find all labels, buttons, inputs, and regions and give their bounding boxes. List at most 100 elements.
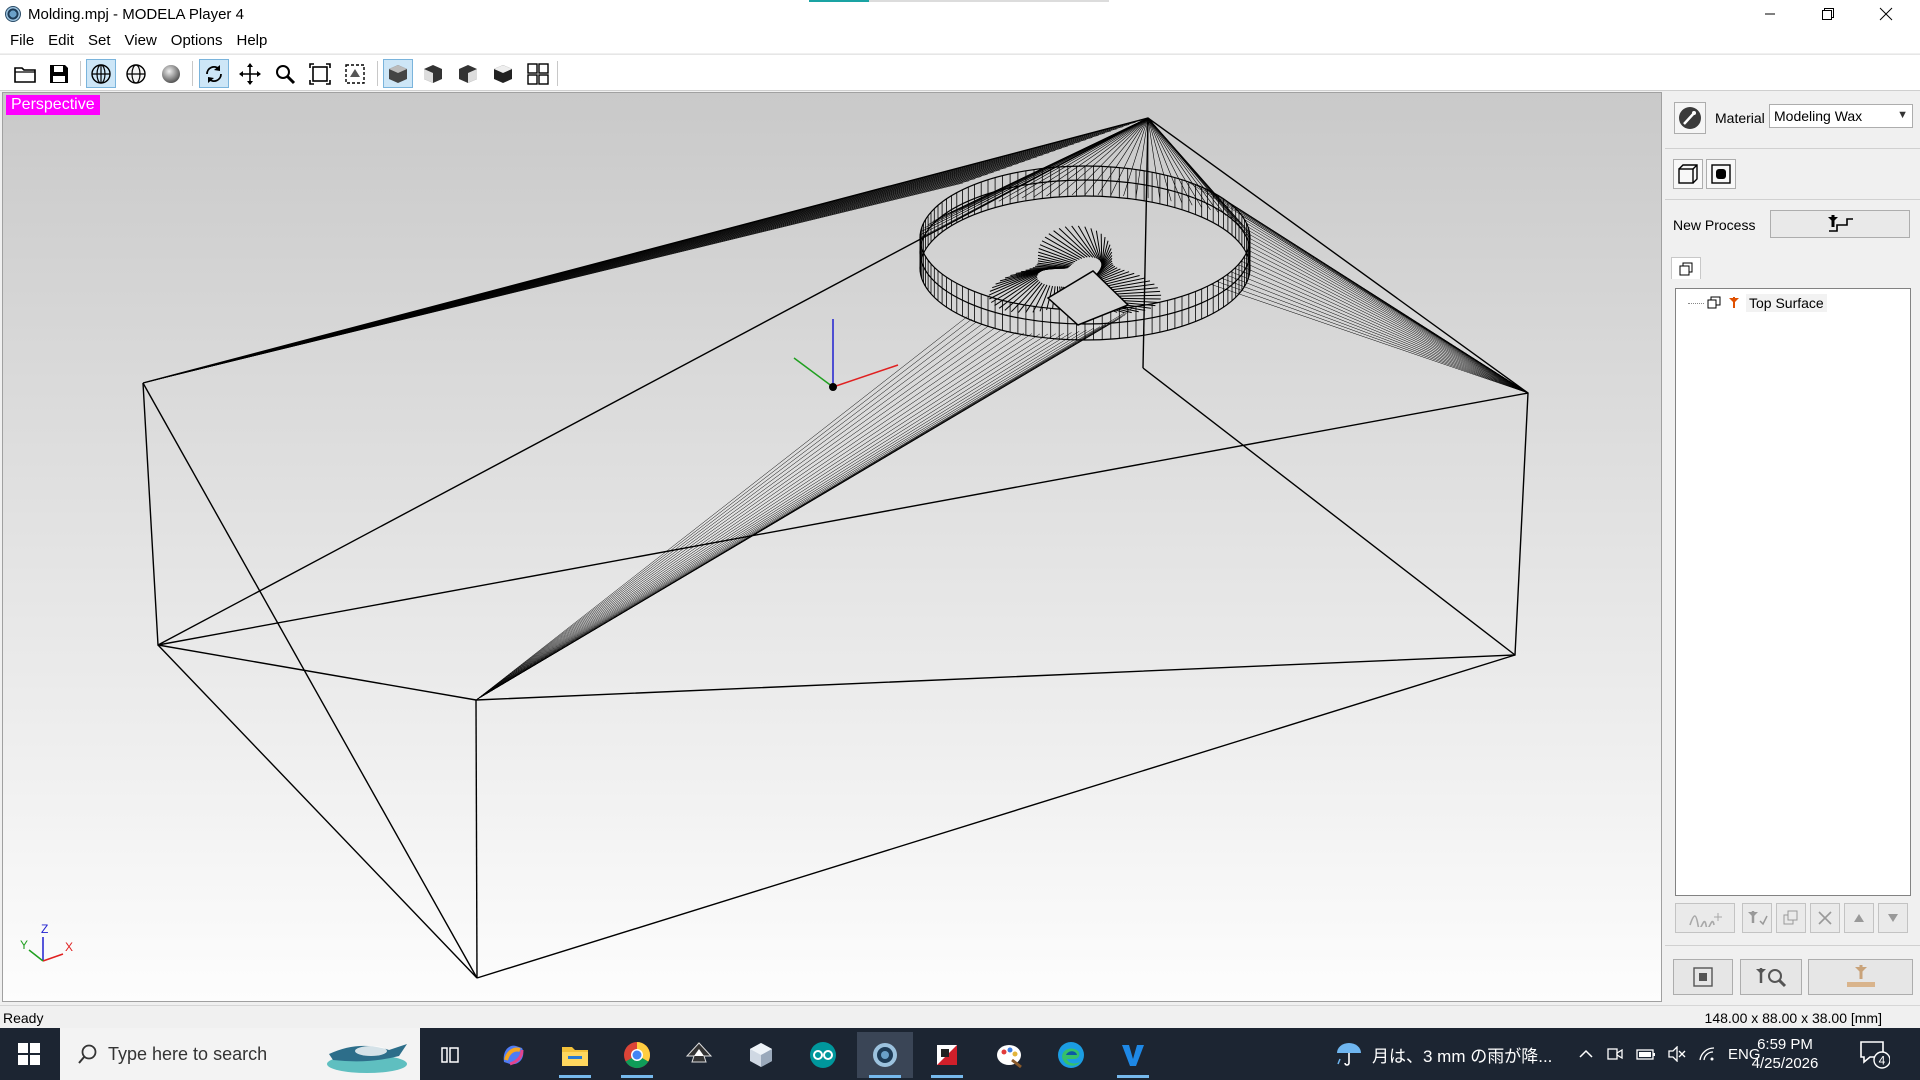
view-front-icon	[424, 64, 442, 83]
view-top-button[interactable]	[488, 59, 518, 88]
tree-item-top-surface[interactable]: Top Surface	[1688, 293, 1827, 313]
shaded-button[interactable]	[156, 59, 186, 88]
mold-part	[919, 165, 1251, 341]
roland-app-button[interactable]	[919, 1032, 975, 1078]
axis-x-label: X	[65, 940, 73, 954]
edge-button[interactable]	[1043, 1032, 1099, 1078]
inkscape-icon	[685, 1042, 713, 1063]
3d-viewport[interactable]: Perspective Z Y X	[2, 92, 1662, 1002]
file-explorer-button[interactable]	[547, 1032, 603, 1078]
chrome-button[interactable]	[609, 1032, 665, 1078]
zoom-icon	[276, 64, 296, 84]
wifi-icon[interactable]	[1698, 1046, 1716, 1062]
view-right-button[interactable]	[453, 59, 483, 88]
edit-process-button[interactable]	[1742, 903, 1772, 933]
shaded-icon	[162, 64, 180, 83]
surfacing-process-icon	[1726, 295, 1742, 311]
orientation-triad: Z Y X	[20, 923, 73, 962]
status-bar: Ready 148.00 x 88.00 x 38.00 [mm]	[0, 1005, 1920, 1028]
search-placeholder: Type here to search	[108, 1043, 268, 1064]
menu-bar: File Edit Set View Options Help	[0, 28, 1920, 53]
model-dimensions: 148.00 x 88.00 x 38.00 [mm]	[1704, 1010, 1882, 1026]
clock[interactable]: 6:59 PM 4/25/2026	[1745, 1035, 1825, 1073]
panel-divider	[1665, 945, 1920, 946]
axis-y-label: Y	[20, 938, 28, 952]
hidden-line-button[interactable]	[121, 59, 151, 88]
process-order-button[interactable]	[1675, 903, 1735, 933]
copy-process-button[interactable]	[1776, 903, 1806, 933]
cut-tool-icon	[1846, 965, 1875, 987]
inkscape-button[interactable]	[671, 1032, 727, 1078]
view-iso-button[interactable]	[383, 59, 413, 88]
battery-icon[interactable]	[1636, 1047, 1656, 1061]
process-tree[interactable]: Top Surface	[1675, 288, 1911, 896]
model-size-button[interactable]	[1706, 159, 1736, 189]
pan-icon	[239, 62, 261, 85]
material-value: Modeling Wax	[1774, 108, 1863, 124]
move-up-button[interactable]	[1844, 903, 1874, 933]
menu-edit[interactable]: Edit	[41, 32, 81, 49]
copilot-button[interactable]	[485, 1032, 541, 1078]
chevron-down-icon: ▼	[1897, 109, 1908, 121]
menu-options[interactable]: Options	[164, 32, 230, 49]
tab-process-list[interactable]	[1671, 257, 1701, 279]
open-button[interactable]	[10, 59, 40, 88]
close-button[interactable]	[1857, 0, 1915, 28]
material-label: Material	[1715, 110, 1765, 126]
move-down-button[interactable]	[1878, 903, 1908, 933]
modela-player-button[interactable]	[857, 1032, 913, 1078]
save-button[interactable]	[44, 59, 74, 88]
rain-umbrella-icon	[1337, 1043, 1361, 1066]
edge-icon	[1058, 1042, 1084, 1068]
pan-button[interactable]	[235, 59, 265, 88]
cut-button[interactable]	[1808, 959, 1913, 995]
vpanel-button[interactable]	[1105, 1032, 1161, 1078]
minimize-icon	[1765, 13, 1775, 15]
menu-view[interactable]: View	[118, 32, 164, 49]
menu-set[interactable]: Set	[81, 32, 118, 49]
rotate-button[interactable]	[199, 59, 229, 88]
close-icon	[1879, 7, 1893, 21]
material-button[interactable]	[1674, 102, 1706, 134]
task-view-button[interactable]	[422, 1032, 478, 1078]
paint-button[interactable]	[981, 1032, 1037, 1078]
wireframe-button[interactable]	[86, 59, 116, 88]
view-front-button[interactable]	[418, 59, 448, 88]
clock-time: 6:59 PM	[1757, 1036, 1813, 1053]
model-node-icon	[1706, 295, 1722, 311]
delete-process-button[interactable]	[1810, 903, 1840, 933]
toolbar-separator	[80, 61, 81, 86]
axis-z-label: Z	[41, 923, 48, 936]
new-process-button[interactable]	[1770, 210, 1910, 238]
paint-icon	[997, 1045, 1022, 1069]
fit-button[interactable]	[305, 59, 335, 88]
speaker-muted-icon[interactable]	[1668, 1046, 1686, 1062]
zoom-button[interactable]	[270, 59, 300, 88]
preview-path-button[interactable]	[1740, 959, 1802, 995]
model-button[interactable]	[1673, 159, 1703, 189]
start-button[interactable]	[0, 1028, 58, 1080]
toolbar-separator	[557, 61, 558, 86]
menu-help[interactable]: Help	[230, 32, 275, 49]
view-iso-icon	[389, 64, 407, 83]
minimize-button[interactable]	[1741, 0, 1799, 28]
menu-file[interactable]: File	[3, 32, 41, 49]
preview-cutting-button[interactable]	[1673, 959, 1733, 995]
block-edges	[142, 117, 1529, 979]
zoom-selection-button[interactable]	[340, 59, 370, 88]
material-select[interactable]: Modeling Wax ▼	[1769, 104, 1913, 128]
view-quad-button[interactable]	[523, 59, 553, 88]
toolbar-separator	[192, 61, 193, 86]
weather-widget[interactable]: 月は、3 mm の雨が降...	[1334, 1028, 1552, 1080]
path-search-icon	[1756, 968, 1787, 988]
copilot-icon	[503, 1045, 524, 1066]
3d-viewer-button[interactable]	[733, 1032, 789, 1078]
taskbar-search[interactable]: Type here to search	[60, 1028, 420, 1080]
meet-now-icon[interactable]	[1606, 1045, 1624, 1063]
tree-item-label: Top Surface	[1746, 294, 1827, 312]
arduino-button[interactable]	[795, 1032, 851, 1078]
notification-center-icon[interactable]: 4	[1858, 1038, 1890, 1070]
chevron-up-icon[interactable]	[1578, 1046, 1594, 1062]
search-highlight-image	[327, 1044, 407, 1073]
restore-button[interactable]	[1799, 0, 1857, 28]
